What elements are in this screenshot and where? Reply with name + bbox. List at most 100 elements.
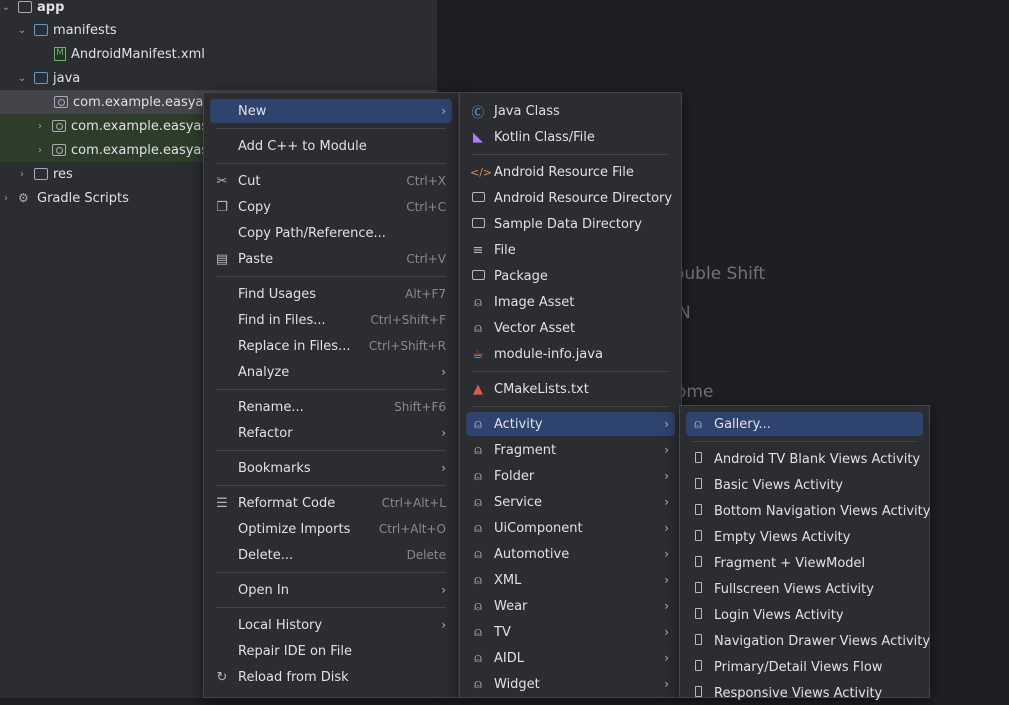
folder-icon	[34, 72, 48, 84]
menu-item-folder[interactable]: ⍝ Folder ›	[466, 464, 675, 488]
menu-item-rename[interactable]: Rename... Shift+F6	[210, 395, 452, 419]
chevron-right-icon[interactable]: ›	[34, 121, 46, 132]
chevron-right-icon[interactable]: ›	[0, 193, 12, 204]
menu-item-widget[interactable]: ⍝ Widget ›	[466, 672, 675, 696]
menu-item-automotive[interactable]: ⍝ Automotive ›	[466, 542, 675, 566]
chevron-right-icon: ›	[441, 461, 446, 475]
chevron-right-icon[interactable]: ›	[34, 145, 46, 156]
menu-item-login-views[interactable]: Login Views Activity	[686, 603, 923, 627]
chevron-right-icon: ›	[441, 426, 446, 440]
menu-item-label: Fragment + ViewModel	[714, 555, 866, 571]
chevron-right-icon: ›	[441, 583, 446, 597]
folder-icon	[34, 24, 48, 36]
menu-item-find-usages[interactable]: Find Usages Alt+F7	[210, 282, 452, 306]
menu-item-uicomponent[interactable]: ⍝ UiComponent ›	[466, 516, 675, 540]
chevron-down-icon[interactable]: ⌄	[16, 25, 28, 36]
chevron-down-icon[interactable]: ⌄	[0, 2, 12, 13]
menu-item-cmakelists[interactable]: ▲ CMakeLists.txt	[466, 377, 675, 401]
tree-item-androidmanifest[interactable]: M AndroidManifest.xml	[0, 42, 437, 66]
menu-item-fragment[interactable]: ⍝ Fragment ›	[466, 438, 675, 462]
menu-item-bookmarks[interactable]: Bookmarks ›	[210, 456, 452, 480]
menu-item-add-cpp[interactable]: Add C++ to Module	[210, 134, 452, 158]
shortcut-label: Ctrl+X	[406, 174, 446, 188]
menu-item-optimize-imports[interactable]: Optimize Imports Ctrl+Alt+O	[210, 517, 452, 541]
menu-item-wear[interactable]: ⍝ Wear ›	[466, 594, 675, 618]
package-icon	[54, 96, 68, 108]
menu-item-package[interactable]: Package	[466, 264, 675, 288]
menu-item-label: module-info.java	[494, 346, 603, 362]
reload-icon: ↻	[216, 669, 228, 685]
shortcut-label: Shift+F6	[394, 400, 446, 414]
menu-item-kotlin-class[interactable]: ◣ Kotlin Class/File	[466, 125, 675, 149]
menu-item-file[interactable]: ≡ File	[466, 238, 675, 262]
menu-item-delete[interactable]: Delete... Delete	[210, 543, 452, 567]
menu-item-replace-in-files[interactable]: Replace in Files... Ctrl+Shift+R	[210, 334, 452, 358]
menu-item-android-resource-file[interactable]: </> Android Resource File	[466, 160, 675, 184]
menu-item-label: Navigation Drawer Views Activity	[714, 633, 931, 649]
menu-item-label: Reformat Code	[238, 495, 336, 511]
menu-item-reload-from-disk[interactable]: ↻ Reload from Disk	[210, 665, 452, 689]
separator	[472, 371, 669, 372]
menu-item-xml[interactable]: ⍝ XML ›	[466, 568, 675, 592]
menu-item-reformat-code[interactable]: ☰ Reformat Code Ctrl+Alt+L	[210, 491, 452, 515]
file-icon: ≡	[472, 242, 484, 258]
menu-item-copy-path[interactable]: Copy Path/Reference...	[210, 221, 452, 245]
menu-item-empty-views[interactable]: Empty Views Activity	[686, 525, 923, 549]
activity-submenu: ⍝ Gallery... Android TV Blank Views Acti…	[679, 405, 930, 701]
menu-item-label: Sample Data Directory	[494, 216, 642, 232]
template-icon	[690, 633, 706, 649]
resource-file-icon: </>	[470, 165, 493, 179]
chevron-right-icon[interactable]: ›	[16, 169, 28, 180]
menu-item-android-tv-blank[interactable]: Android TV Blank Views Activity	[686, 447, 923, 471]
menu-item-label: UiComponent	[494, 520, 583, 536]
menu-item-label: Copy	[238, 199, 271, 215]
menu-item-copy[interactable]: ❐ Copy Ctrl+C	[210, 195, 452, 219]
menu-item-android-resource-directory[interactable]: Android Resource Directory	[466, 186, 675, 210]
menu-item-label: Login Views Activity	[714, 607, 844, 623]
menu-item-new[interactable]: New ›	[210, 99, 452, 123]
menu-item-primary-detail[interactable]: Primary/Detail Views Flow	[686, 655, 923, 679]
tree-item-app[interactable]: ⌄ app	[0, 0, 437, 19]
chevron-right-icon: ›	[664, 573, 669, 587]
menu-item-repair-ide[interactable]: Repair IDE on File	[210, 639, 452, 663]
separator	[216, 128, 446, 129]
menu-item-sample-data-directory[interactable]: Sample Data Directory	[466, 212, 675, 236]
menu-item-find-in-files[interactable]: Find in Files... Ctrl+Shift+F	[210, 308, 452, 332]
menu-item-label: XML	[494, 572, 522, 588]
menu-item-gallery[interactable]: ⍝ Gallery...	[686, 412, 923, 436]
menu-item-analyze[interactable]: Analyze ›	[210, 360, 452, 384]
menu-item-module-info[interactable]: ☕ module-info.java	[466, 342, 675, 366]
menu-item-bottom-navigation[interactable]: Bottom Navigation Views Activity	[686, 499, 930, 523]
menu-item-activity[interactable]: ⍝ Activity ›	[466, 412, 675, 436]
tree-item-java[interactable]: ⌄ java	[0, 66, 437, 90]
menu-item-vector-asset[interactable]: ⍝ Vector Asset	[466, 316, 675, 340]
menu-item-label: Paste	[238, 251, 274, 267]
menu-item-label: CMakeLists.txt	[494, 381, 589, 397]
package-icon	[470, 269, 486, 284]
menu-item-aidl[interactable]: ⍝ AIDL ›	[466, 646, 675, 670]
menu-item-basic-views[interactable]: Basic Views Activity	[686, 473, 923, 497]
menu-item-label: Optimize Imports	[238, 521, 351, 537]
menu-item-label: Fullscreen Views Activity	[714, 581, 874, 597]
menu-item-fragment-viewmodel[interactable]: Fragment + ViewModel	[686, 551, 923, 575]
menu-item-paste[interactable]: ▤ Paste Ctrl+V	[210, 247, 452, 271]
menu-item-tv[interactable]: ⍝ TV ›	[466, 620, 675, 644]
menu-item-fullscreen-views[interactable]: Fullscreen Views Activity	[686, 577, 923, 601]
menu-item-navigation-drawer[interactable]: Navigation Drawer Views Activity	[686, 629, 930, 653]
menu-item-local-history[interactable]: Local History ›	[210, 613, 452, 637]
android-icon: ⍝	[474, 442, 482, 458]
chevron-down-icon[interactable]: ⌄	[16, 73, 28, 84]
menu-item-label: Replace in Files...	[238, 338, 351, 354]
menu-item-image-asset[interactable]: ⍝ Image Asset	[466, 290, 675, 314]
chevron-right-icon: ›	[664, 495, 669, 509]
menu-item-refactor[interactable]: Refactor ›	[210, 421, 452, 445]
tree-item-manifests[interactable]: ⌄ manifests	[0, 18, 437, 42]
menu-item-label: TV	[494, 624, 511, 640]
menu-item-open-in[interactable]: Open In ›	[210, 578, 452, 602]
menu-item-java-class[interactable]: Ⓒ Java Class	[466, 99, 675, 123]
menu-item-service[interactable]: ⍝ Service ›	[466, 490, 675, 514]
menu-item-cut[interactable]: ✂ Cut Ctrl+X	[210, 169, 452, 193]
chevron-right-icon: ›	[441, 618, 446, 632]
menu-item-responsive-views[interactable]: Responsive Views Activity	[686, 681, 923, 705]
menu-item-label: Cut	[238, 173, 261, 189]
